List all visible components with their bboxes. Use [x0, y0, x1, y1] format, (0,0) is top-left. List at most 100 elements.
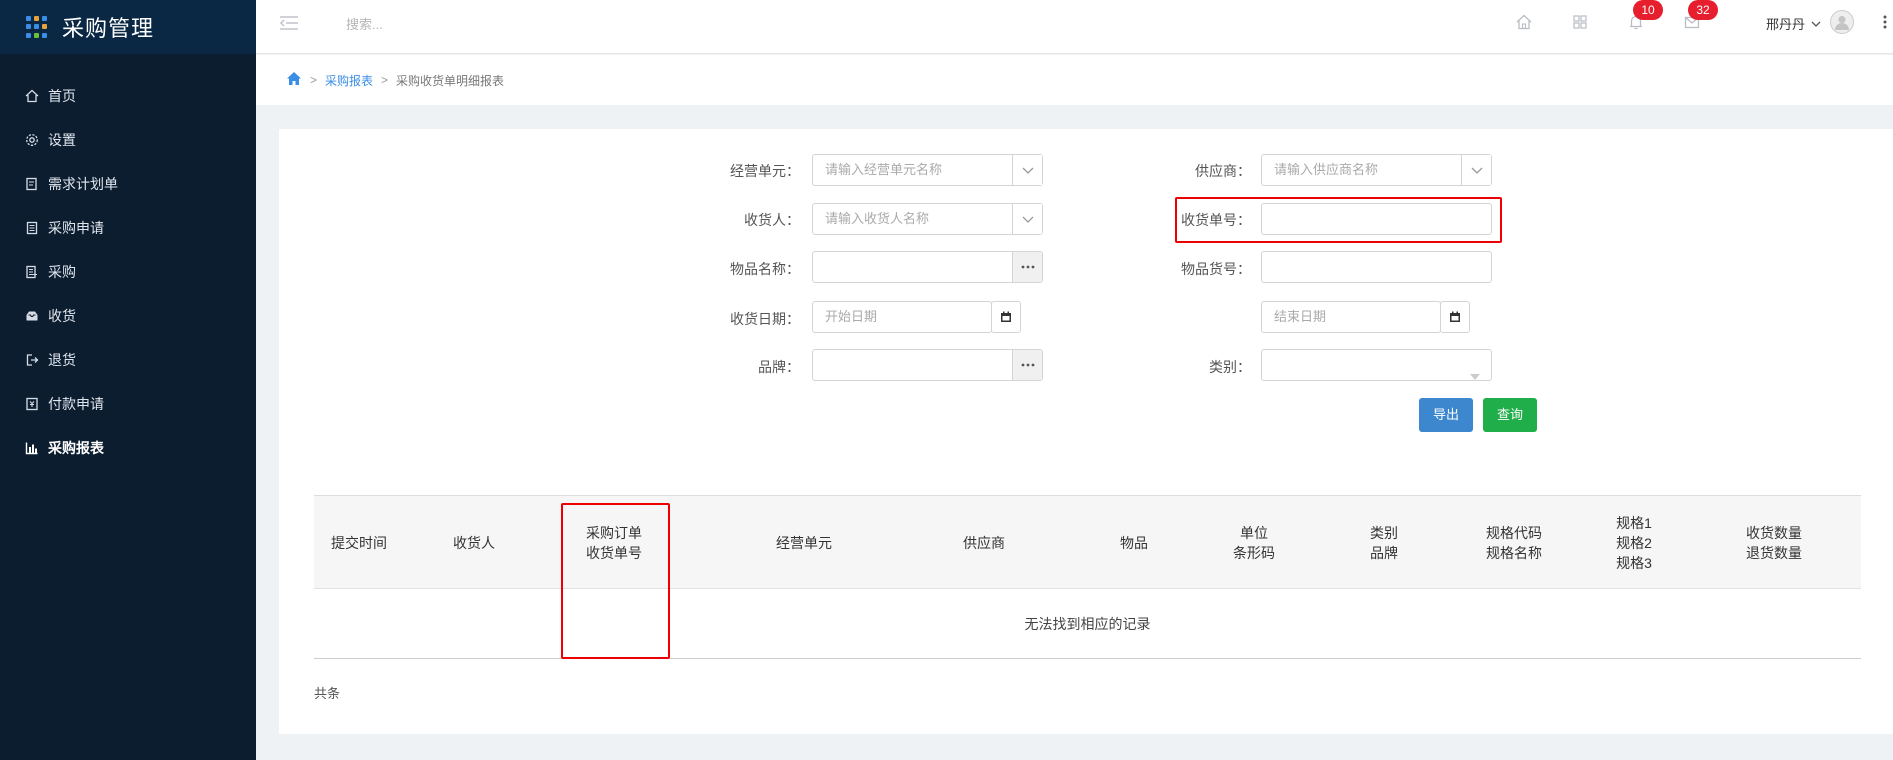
unit-select[interactable]: 请输入经营单元名称 [812, 154, 1043, 186]
supplier-label: 供应商： [1195, 163, 1251, 179]
header-line: 规格1 [1616, 515, 1652, 531]
sidebar-item-return[interactable]: 退货 [0, 338, 256, 382]
item-code-input[interactable] [1261, 251, 1492, 283]
item-name-label: 物品名称： [730, 261, 800, 277]
column-header-unit[interactable]: 经营单元 [744, 496, 864, 590]
receiver-placeholder: 请输入收货人名称 [825, 211, 930, 226]
apps-grid-icon[interactable] [1570, 12, 1590, 32]
breadcrumb-separator: > [381, 73, 389, 87]
brand-input[interactable] [812, 349, 1043, 381]
home-icon [25, 89, 39, 103]
sidebar-item-label: 付款申请 [48, 396, 104, 412]
sidebar-item-purchase-request[interactable]: 采购申请 [0, 206, 256, 250]
column-header-unit-barcode[interactable]: 单位 条形码 [1214, 496, 1294, 590]
sidebar-item-label: 采购报表 [48, 440, 104, 456]
logout-icon [25, 353, 39, 367]
column-header-receiver[interactable]: 收货人 [434, 496, 514, 590]
item-code-label: 物品货号： [1181, 261, 1251, 277]
more-horizontal-icon[interactable] [1012, 350, 1042, 380]
payment-icon [25, 397, 39, 411]
list-icon [25, 265, 39, 279]
header-line: 物品 [1120, 535, 1148, 551]
more-horizontal-icon[interactable] [1012, 252, 1042, 282]
header-line: 规格3 [1616, 555, 1652, 571]
table-header: 提交时间 收货人 采购订单 收货单号 经营单元 供应商 物品 单位 条形码 类别… [314, 495, 1861, 589]
sidebar-item-label: 需求计划单 [48, 176, 118, 192]
sidebar-item-settings[interactable]: 设置 [0, 118, 256, 162]
end-date-input[interactable]: 结束日期 [1261, 301, 1441, 333]
calendar-icon[interactable] [1440, 301, 1470, 333]
chevron-down-icon[interactable] [1012, 155, 1042, 185]
header-line: 规格代码 [1486, 525, 1542, 541]
menu-toggle-icon[interactable] [278, 13, 300, 33]
start-date-input[interactable]: 开始日期 [812, 301, 992, 333]
receiver-select[interactable]: 请输入收货人名称 [812, 203, 1043, 235]
export-button[interactable]: 导出 [1419, 398, 1473, 432]
sidebar-item-label: 采购申请 [48, 220, 104, 236]
category-select[interactable] [1261, 349, 1492, 381]
unit-label: 经营单元： [730, 163, 800, 179]
inbox-icon [25, 309, 39, 323]
breadcrumb-item-purchase-report[interactable]: 采购报表 [325, 72, 373, 89]
chevron-down-icon [1811, 16, 1821, 31]
header-line: 品牌 [1370, 545, 1398, 561]
header-line: 提交时间 [331, 535, 387, 551]
highlight-box-order-column [561, 503, 670, 659]
sidebar-item-label: 退货 [48, 352, 76, 368]
sidebar-item-purchase-report[interactable]: 采购报表 [0, 426, 256, 470]
sidebar-item-label: 收货 [48, 308, 76, 324]
column-header-item[interactable]: 物品 [1094, 496, 1174, 590]
document-icon [25, 177, 39, 191]
user-menu[interactable]: 邢丹丹 [1766, 14, 1821, 33]
header-line: 供应商 [963, 535, 1005, 551]
column-header-supplier[interactable]: 供应商 [934, 496, 1034, 590]
category-label: 类别： [1209, 359, 1251, 375]
brand-label: 品牌： [758, 359, 800, 375]
header-line: 收货人 [453, 535, 495, 551]
sidebar: 采购管理 首页 设置 需求计划单 采购申请 采购 收货 退货 付款申请 采购报表 [0, 0, 256, 760]
column-header-submit-time[interactable]: 提交时间 [314, 496, 404, 590]
supplier-placeholder: 请输入供应商名称 [1274, 162, 1379, 177]
receiver-label: 收货人： [744, 212, 800, 228]
home-icon[interactable] [1514, 12, 1534, 32]
empty-state-message: 无法找到相应的记录 [314, 589, 1861, 659]
date-label: 收货日期： [730, 311, 800, 327]
sidebar-item-payment-request[interactable]: 付款申请 [0, 382, 256, 426]
sidebar-menu: 首页 设置 需求计划单 采购申请 采购 收货 退货 付款申请 采购报表 [0, 74, 256, 470]
breadcrumb-separator: > [310, 73, 318, 87]
receipt-icon [25, 221, 39, 235]
bar-chart-icon [25, 441, 39, 455]
chevron-down-icon[interactable] [1012, 204, 1042, 234]
sidebar-item-receive[interactable]: 收货 [0, 294, 256, 338]
app-title: 采购管理 [62, 16, 155, 41]
header-line: 退货数量 [1746, 545, 1802, 561]
sidebar-item-home[interactable]: 首页 [0, 74, 256, 118]
sidebar-item-label: 采购 [48, 264, 76, 280]
column-header-category-brand[interactable]: 类别 品牌 [1344, 496, 1424, 590]
item-name-input[interactable] [812, 251, 1043, 283]
gear-icon [25, 133, 39, 147]
search-input[interactable]: 搜索... [346, 14, 383, 33]
sidebar-item-demand-plan[interactable]: 需求计划单 [0, 162, 256, 206]
total-count: 共条 [314, 686, 341, 701]
sidebar-item-label: 设置 [48, 132, 76, 148]
highlight-box-receipt-no [1175, 197, 1502, 243]
chevron-down-icon[interactable] [1461, 155, 1491, 185]
unit-placeholder: 请输入经营单元名称 [825, 162, 943, 177]
header-line: 单位 [1240, 525, 1268, 541]
more-vertical-icon[interactable] [1882, 12, 1888, 32]
supplier-select[interactable]: 请输入供应商名称 [1261, 154, 1492, 186]
header-line: 条形码 [1233, 545, 1275, 561]
avatar[interactable] [1830, 10, 1854, 34]
brand-header: 采购管理 [0, 0, 256, 54]
app-grid-icon [26, 16, 48, 38]
sidebar-item-purchase[interactable]: 采购 [0, 250, 256, 294]
column-header-spec[interactable]: 规格代码 规格名称 [1464, 496, 1564, 590]
query-button[interactable]: 查询 [1483, 398, 1537, 432]
home-icon[interactable] [286, 71, 302, 89]
caret-down-icon [1469, 362, 1481, 392]
calendar-icon[interactable] [991, 301, 1021, 333]
column-header-specs-123[interactable]: 规格1 规格2 规格3 [1604, 496, 1664, 590]
header-line: 收货数量 [1746, 525, 1802, 541]
column-header-quantities[interactable]: 收货数量 退货数量 [1729, 496, 1819, 590]
